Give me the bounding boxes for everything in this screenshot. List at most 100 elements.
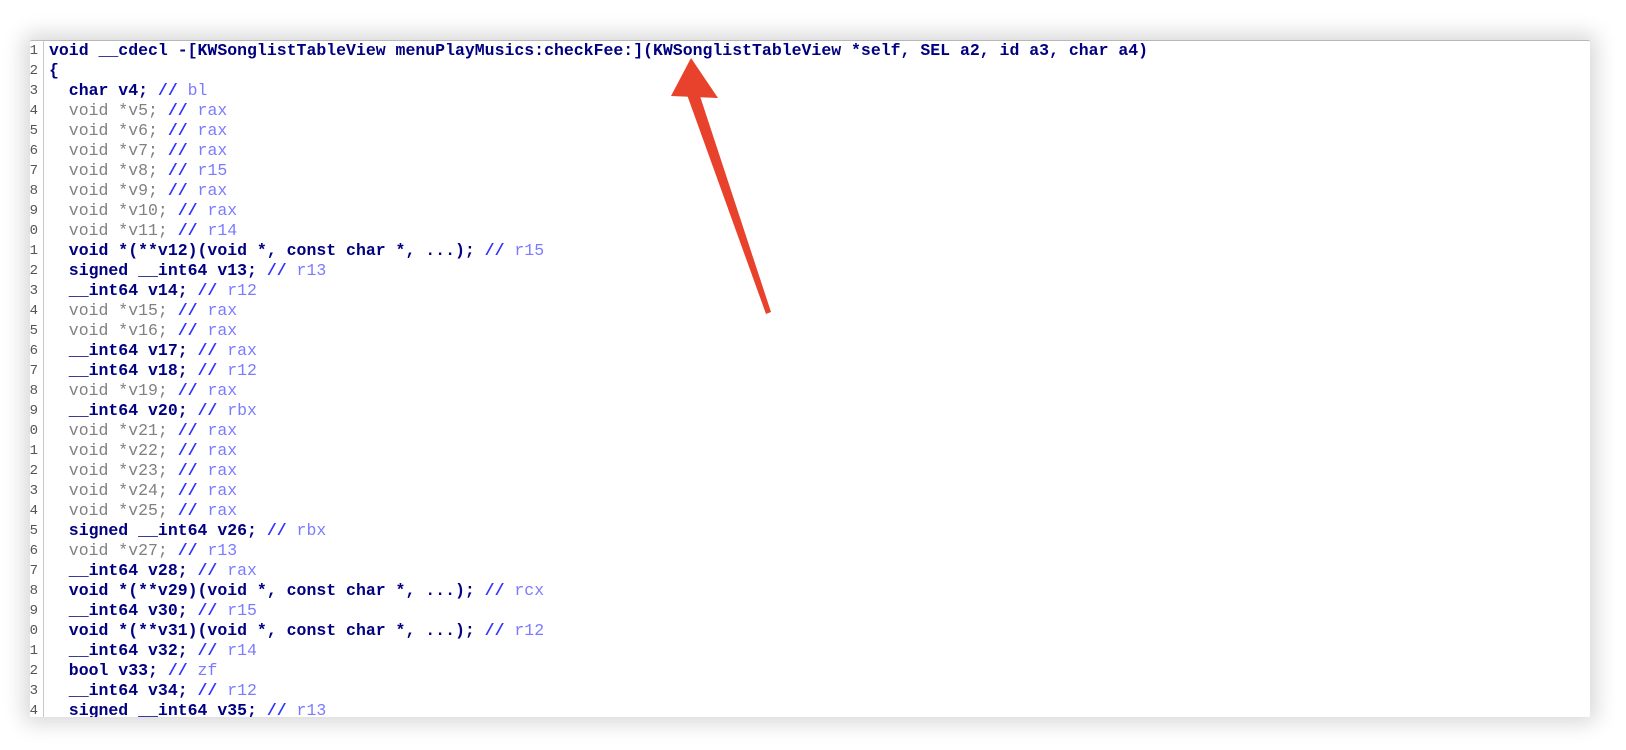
register-name: rax bbox=[217, 341, 257, 360]
register-name: r15 bbox=[217, 601, 257, 620]
variable-declaration-dimmed: void *v9; bbox=[49, 181, 168, 200]
gutter-separator bbox=[43, 661, 44, 681]
line-number: 2 bbox=[30, 263, 38, 279]
code-line[interactable]: 2 signed __int64 v13; // r13 bbox=[30, 261, 1590, 281]
comment-marker: // bbox=[484, 621, 505, 640]
register-name: r15 bbox=[504, 241, 545, 260]
line-number: 5 bbox=[30, 523, 38, 539]
comment-marker: // bbox=[197, 341, 218, 360]
code-text: void *v19; // rax bbox=[49, 381, 1590, 401]
gutter-separator bbox=[43, 401, 44, 421]
code-text: void *v16; // rax bbox=[49, 321, 1590, 341]
comment-marker: // bbox=[157, 81, 178, 100]
register-name: rax bbox=[187, 101, 228, 120]
code-text: void *v9; // rax bbox=[49, 181, 1590, 201]
code-text: signed __int64 v26; // rbx bbox=[49, 521, 1590, 541]
code-text: signed __int64 v13; // r13 bbox=[49, 261, 1590, 281]
code-line[interactable]: 2{ bbox=[30, 61, 1590, 81]
register-name: rax bbox=[197, 481, 238, 500]
code-text: __int64 v28; // rax bbox=[49, 561, 1590, 581]
variable-declaration: { bbox=[49, 61, 59, 80]
code-line[interactable]: 8 void *v19; // rax bbox=[30, 381, 1590, 401]
line-number: 4 bbox=[30, 103, 38, 119]
code-text: void *(**v12)(void *, const char *, ...)… bbox=[49, 241, 1590, 261]
code-line[interactable]: 0 void *v21; // rax bbox=[30, 421, 1590, 441]
code-line[interactable]: 9 __int64 v30; // r15 bbox=[30, 601, 1590, 621]
comment-marker: // bbox=[197, 641, 218, 660]
comment-marker: // bbox=[177, 541, 198, 560]
code-text: void *v25; // rax bbox=[49, 501, 1590, 521]
line-number: 6 bbox=[30, 343, 38, 359]
gutter-separator bbox=[43, 441, 44, 461]
pseudocode-view[interactable]: 1 void __cdecl -[KWSonglistTableView menu… bbox=[30, 41, 1590, 717]
gutter-separator bbox=[43, 421, 44, 441]
code-line[interactable]: 6 __int64 v17; // rax bbox=[30, 341, 1590, 361]
code-line[interactable]: 3 __int64 v14; // r12 bbox=[30, 281, 1590, 301]
code-line[interactable]: 1 void *(**v12)(void *, const char *, ..… bbox=[30, 241, 1590, 261]
comment-marker: // bbox=[197, 361, 218, 380]
code-line[interactable]: 1 void *v22; // rax bbox=[30, 441, 1590, 461]
code-line[interactable]: 3 __int64 v34; // r12 bbox=[30, 681, 1590, 701]
code-line[interactable]: 7 void *v8; // r15 bbox=[30, 161, 1590, 181]
code-line[interactable]: 6 void *v7; // rax bbox=[30, 141, 1590, 161]
code-line[interactable]: 7 __int64 v18; // r12 bbox=[30, 361, 1590, 381]
code-line[interactable]: 5 void *v6; // rax bbox=[30, 121, 1590, 141]
code-text: bool v33; // zf bbox=[49, 661, 1590, 681]
code-line[interactable]: 9 __int64 v20; // rbx bbox=[30, 401, 1590, 421]
line-number: 6 bbox=[30, 143, 38, 159]
register-name: rax bbox=[187, 121, 228, 140]
code-line[interactable]: 2 void *v23; // rax bbox=[30, 461, 1590, 481]
register-name: rax bbox=[217, 561, 257, 580]
code-line[interactable]: 8 void *v9; // rax bbox=[30, 181, 1590, 201]
gutter-separator bbox=[43, 541, 44, 561]
variable-declaration-dimmed: void *v24; bbox=[49, 481, 178, 500]
code-line[interactable]: 4 void *v25; // rax bbox=[30, 501, 1590, 521]
gutter-separator bbox=[43, 621, 44, 641]
variable-declaration: __int64 v20; bbox=[49, 401, 198, 420]
code-text: __int64 v17; // rax bbox=[49, 341, 1590, 361]
register-name: r12 bbox=[217, 361, 257, 380]
register-name: r15 bbox=[187, 161, 228, 180]
line-number: 0 bbox=[30, 423, 38, 439]
code-line[interactable]: 0 void *v11; // r14 bbox=[30, 221, 1590, 241]
variable-declaration-dimmed: void *v22; bbox=[49, 441, 178, 460]
code-line[interactable]: 2 bool v33; // zf bbox=[30, 661, 1590, 681]
comment-marker: // bbox=[177, 381, 198, 400]
line-number: 3 bbox=[30, 283, 38, 299]
variable-declaration: signed __int64 v26; bbox=[49, 521, 267, 540]
comment-marker: // bbox=[266, 701, 287, 717]
variable-declaration-dimmed: void *v5; bbox=[49, 101, 168, 120]
code-line[interactable]: 1 __int64 v32; // r14 bbox=[30, 641, 1590, 661]
code-line[interactable]: 4 void *v15; // rax bbox=[30, 301, 1590, 321]
code-line[interactable]: 1 void __cdecl -[KWSonglistTableView menu… bbox=[30, 41, 1590, 61]
variable-declaration: __int64 v30; bbox=[49, 601, 198, 620]
code-line[interactable]: 8 void *(**v29)(void *, const char *, ..… bbox=[30, 581, 1590, 601]
code-text: void *v11; // r14 bbox=[49, 221, 1590, 241]
code-line[interactable]: 6 void *v27; // r13 bbox=[30, 541, 1590, 561]
line-number: 7 bbox=[30, 363, 38, 379]
code-text: void *v24; // rax bbox=[49, 481, 1590, 501]
line-number: 1 bbox=[30, 43, 38, 59]
code-line[interactable]: 7 __int64 v28; // rax bbox=[30, 561, 1590, 581]
code-line[interactable]: 3 void *v24; // rax bbox=[30, 481, 1590, 501]
gutter-separator bbox=[43, 161, 44, 181]
comment-marker: // bbox=[167, 181, 188, 200]
gutter-separator bbox=[43, 341, 44, 361]
comment-marker: // bbox=[197, 561, 218, 580]
code-line[interactable]: 3 char v4; // bl bbox=[30, 81, 1590, 101]
code-line[interactable]: 4 void *v5; // rax bbox=[30, 101, 1590, 121]
line-number: 9 bbox=[30, 403, 38, 419]
comment-marker: // bbox=[177, 321, 198, 340]
comment-marker: // bbox=[177, 221, 198, 240]
code-line[interactable]: 5 void *v16; // rax bbox=[30, 321, 1590, 341]
variable-declaration-dimmed: void *v27; bbox=[49, 541, 178, 560]
comment-marker: // bbox=[197, 601, 218, 620]
comment-marker: // bbox=[484, 241, 505, 260]
code-text: void *v10; // rax bbox=[49, 201, 1590, 221]
code-line[interactable]: 4 signed __int64 v35; // r13 bbox=[30, 701, 1590, 717]
code-line[interactable]: 9 void *v10; // rax bbox=[30, 201, 1590, 221]
variable-declaration: bool v33; bbox=[49, 661, 168, 680]
code-line[interactable]: 5 signed __int64 v26; // rbx bbox=[30, 521, 1590, 541]
comment-marker: // bbox=[177, 421, 198, 440]
code-line[interactable]: 0 void *(**v31)(void *, const char *, ..… bbox=[30, 621, 1590, 641]
